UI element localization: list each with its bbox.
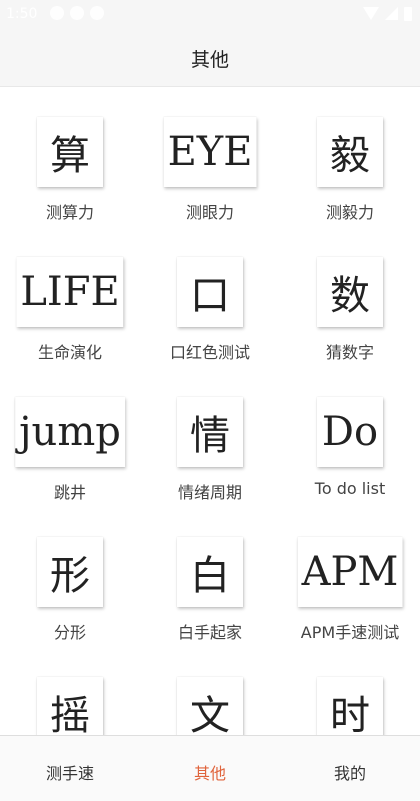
tile-icon: 白 [177, 537, 243, 607]
grid-item-apm[interactable]: APM APM手速测试 [280, 507, 420, 647]
status-bar: 1:50 [0, 0, 420, 32]
tile-icon: 摇 [37, 677, 103, 735]
tile-icon: 情 [177, 397, 243, 467]
tile-icon: 文 [177, 677, 243, 735]
notification-icon [90, 6, 104, 20]
grid-item-todo[interactable]: Do To do list [280, 367, 420, 507]
tile-icon: EYE [163, 117, 257, 187]
grid-item-time[interactable]: 时 [280, 647, 420, 735]
system-icons [363, 7, 412, 21]
tile-icon: LIFE [16, 257, 124, 327]
wifi-icon [363, 7, 379, 20]
grid-item-label: 测毅力 [325, 203, 374, 222]
tile-icon: 时 [317, 677, 383, 735]
grid-item-mood-cycle[interactable]: 情 情绪周期 [140, 367, 280, 507]
grid-item-guess-number[interactable]: 数 猜数字 [280, 227, 420, 367]
tools-grid: 算 测算力 EYE 测眼力 毅 测毅力 LIFE 生命演化 口 口红色测试 数 … [0, 87, 420, 735]
grid-item-label: 跳井 [53, 483, 86, 502]
app-header: 其他 [0, 32, 420, 87]
grid-item-life[interactable]: LIFE 生命演化 [0, 227, 140, 367]
tab-mine[interactable]: 我的 [280, 760, 420, 784]
status-time: 1:50 [6, 6, 38, 22]
tile-icon: 口 [177, 257, 243, 327]
grid-item-jump[interactable]: jump 跳井 [0, 367, 140, 507]
grid-item-label: 猜数字 [325, 343, 374, 362]
grid-item-label: 情绪周期 [177, 483, 242, 502]
grid-item-suanli[interactable]: 算 测算力 [0, 87, 140, 227]
tab-other[interactable]: 其他 [140, 760, 280, 784]
bottom-tab-bar: 测手速 其他 我的 [0, 735, 420, 801]
tile-icon: Do [317, 397, 383, 467]
grid-item-label: 测眼力 [185, 203, 234, 222]
tile-icon: 形 [37, 537, 103, 607]
grid-item-yanli[interactable]: EYE 测眼力 [140, 87, 280, 227]
notification-icon [70, 6, 84, 20]
tile-icon: jump [15, 397, 125, 467]
grid-item-label: 分形 [53, 623, 86, 642]
tile-icon: 数 [317, 257, 383, 327]
notification-icon [50, 6, 64, 20]
grid-item-label: APM手速测试 [300, 623, 400, 642]
grid-item-shake[interactable]: 摇 [0, 647, 140, 735]
battery-icon [404, 7, 412, 21]
grid-item-fractal[interactable]: 形 分形 [0, 507, 140, 647]
grid-item-text[interactable]: 文 [140, 647, 280, 735]
grid-item-self-made[interactable]: 白 白手起家 [140, 507, 280, 647]
grid-item-label: 测算力 [45, 203, 94, 222]
grid-item-lipstick[interactable]: 口 口红色测试 [140, 227, 280, 367]
grid-item-label: To do list [314, 479, 386, 498]
page-title: 其他 [190, 49, 229, 71]
grid-item-label: 白手起家 [177, 623, 242, 642]
tile-icon: 毅 [317, 117, 383, 187]
tab-hand-speed[interactable]: 测手速 [0, 760, 140, 784]
grid-item-label: 生命演化 [37, 343, 102, 362]
notification-icons [50, 6, 104, 20]
tile-icon: 算 [37, 117, 103, 187]
tile-icon: APM [297, 537, 403, 607]
grid-item-yili[interactable]: 毅 测毅力 [280, 87, 420, 227]
grid-item-label: 口红色测试 [169, 343, 250, 362]
signal-icon [385, 7, 398, 20]
